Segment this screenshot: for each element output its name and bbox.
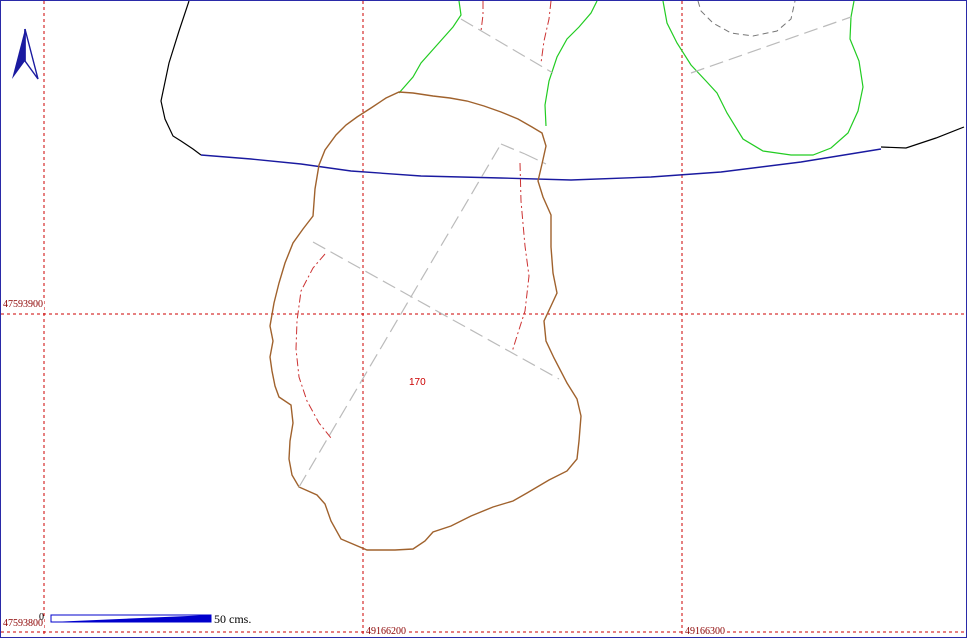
north-arrow-icon (12, 28, 39, 80)
dashdot-line-left (295, 253, 332, 439)
dashed-line-cross (312, 241, 560, 380)
north-arrow-right-half (24, 28, 39, 80)
scale-bar (50, 614, 212, 623)
map-canvas[interactable] (1, 1, 966, 637)
outer-boundary-line (160, 1, 202, 156)
parcel-170-boundary[interactable] (269, 91, 582, 551)
neighbor-parcel-north (398, 1, 598, 127)
coord-label-y-upper: 47593900 (2, 299, 44, 310)
neighbor-parcel-northeast (662, 1, 864, 156)
scale-zero-label: 0 (39, 612, 44, 623)
dashed-line-top (500, 143, 526, 155)
coord-label-x-left: 49166200 (365, 626, 407, 637)
parcel-number-label[interactable]: 170 (409, 377, 426, 388)
dashed-line-north-a (460, 18, 554, 74)
red-dashdot-lines (295, 1, 552, 439)
north-arrow-left-half (12, 29, 25, 79)
inner-dashed-lines (298, 16, 852, 488)
scale-length-label: 50 cms. (214, 612, 252, 626)
coord-label-y-lower: 47593800 (2, 618, 44, 629)
dashdot-line-right (511, 162, 530, 353)
outer-boundary-line-east (880, 126, 965, 149)
dashed-arc-northeast (697, 1, 796, 37)
grid-lines (1, 1, 966, 637)
dashed-line-northeast (690, 16, 852, 74)
dashdot-line-north-2 (540, 1, 552, 64)
map-viewport[interactable]: 47593900 47593800 49166200 49166300 0 50… (0, 0, 967, 638)
dashdot-line-north (480, 1, 484, 32)
coord-label-x-right: 49166300 (684, 626, 726, 637)
